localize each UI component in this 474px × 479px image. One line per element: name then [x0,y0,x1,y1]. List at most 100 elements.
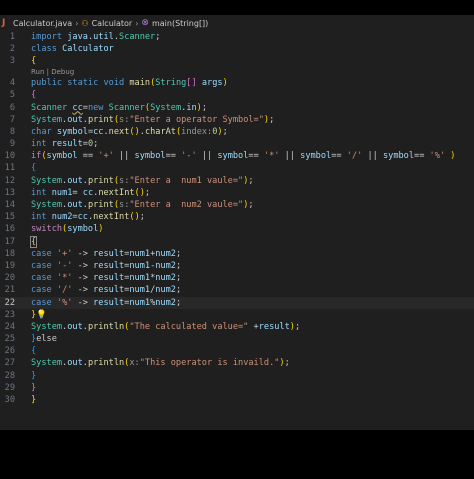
line-number: 7 [9,114,15,125]
line-number: 12 [4,175,15,186]
code-area[interactable]: 1 import java.util.Scanner; 2 class Calcula… [0,31,474,406]
line-number: 2 [9,44,15,55]
code-text[interactable]: { [31,345,36,357]
code-line[interactable]: 11 { [0,162,474,174]
line-number: 27 [4,358,15,369]
line-number: 19 [4,260,15,271]
line-number: 17 [4,236,15,247]
breadcrumb-file[interactable]: Calculator.java [13,19,72,28]
code-text[interactable]: System.out.print(s:"Enter a num1 vaule="… [31,175,254,187]
code-text[interactable]: char symbol=cc.next().charAt(index:0); [31,126,228,138]
code-line[interactable]: 13 int num1= cc.nextInt(); [0,187,474,199]
code-line[interactable]: 20 case '*' -> result=num1*num2; [0,272,474,284]
code-line[interactable]: 5{ [0,89,474,101]
breadcrumb-method[interactable]: main(String[]) [152,19,208,28]
code-line[interactable]: 24 System.out.println("The calculated val… [0,321,474,333]
line-number: 16 [4,224,15,235]
code-text[interactable]: { [31,162,36,174]
line-number: 22 [4,297,15,308]
code-text[interactable]: }💡 [31,309,47,321]
line-number: 21 [4,285,15,296]
code-line[interactable]: 29} [0,382,474,394]
code-line[interactable]: 18 case '+' -> result=num1+num2; [0,248,474,260]
code-text[interactable]: import java.util.Scanner; [31,31,160,43]
code-text[interactable]: } [31,370,36,382]
code-line[interactable]: 2 class Calculator [0,43,474,55]
code-text[interactable]: System.out.print(s:"Enter a num2 vaule="… [31,199,254,211]
line-number: 15 [4,212,15,223]
code-line[interactable]: 17 { [0,235,474,248]
code-text[interactable]: case '/' -> result=num1/num2; [31,284,181,296]
breadcrumb-class[interactable]: Calculator [92,19,133,28]
code-text[interactable]: int num2=cc.nextInt(); [31,211,145,223]
code-text[interactable]: case '-' -> result=num1-num2; [31,260,181,272]
line-number: 29 [4,382,15,393]
code-text[interactable]: { [29,235,38,248]
line-number: 11 [4,163,15,174]
code-text[interactable]: public static void main(String[] args) [31,77,228,89]
code-line[interactable]: 1 import java.util.Scanner; [0,31,474,43]
java-file-icon: J [2,18,6,28]
breadcrumb: J Calculator.java › ⚇ Calculator › ⊗ mai… [0,15,474,31]
code-line[interactable]: 21 case '/' -> result=num1/num2; [0,284,474,296]
code-text[interactable]: System.out.println("The calculated value… [31,321,300,333]
code-text[interactable]: { [31,55,36,67]
line-number: 1 [9,32,15,42]
code-text[interactable]: Scanner cc=new Scanner(System.in); [31,102,207,114]
code-text[interactable]: case '%' -> result=num1%num2; [31,297,181,309]
line-number: 5 [9,90,15,101]
code-text[interactable]: if(symbol == '+' || symbol== '-' || symb… [31,150,455,162]
line-number: 6 [9,102,15,113]
line-number: 20 [4,273,15,284]
method-icon: ⊗ [141,18,149,28]
line-number: 3 [9,56,15,67]
line-number: 8 [9,126,15,137]
code-text[interactable]: System.out.println(x:"This operator is i… [31,357,290,369]
code-line[interactable]: 3{ [0,55,474,67]
code-line[interactable]: 23 }💡 [0,309,474,321]
line-number: 4 [9,78,15,89]
code-line[interactable]: 19 case '-' -> result=num1-num2; [0,260,474,272]
line-number: 28 [4,370,15,381]
run-debug-codelens[interactable]: Run | Debug [0,68,474,78]
code-line[interactable]: 7 System.out.print(s:"Enter a operator Sy… [0,114,474,126]
line-number: 25 [4,334,15,345]
code-text[interactable]: }else [31,333,57,345]
code-text[interactable]: int result=0; [31,138,98,150]
code-line[interactable]: 9 int result=0; [0,138,474,150]
line-number: 18 [4,248,15,259]
code-line[interactable]: 10 if(symbol == '+' || symbol== '-' || sy… [0,150,474,162]
code-line[interactable]: 6 Scanner cc=new Scanner(System.in); [0,102,474,114]
line-number: 30 [4,395,15,406]
code-text[interactable]: case '+' -> result=num1+num2; [31,248,181,260]
code-line[interactable]: 14 System.out.print(s:"Enter a num2 vaule… [0,199,474,211]
code-editor[interactable]: J Calculator.java › ⚇ Calculator › ⊗ mai… [0,15,474,430]
line-number: 24 [4,321,15,332]
lightbulb-icon[interactable]: 💡 [36,310,47,320]
line-number: 13 [4,187,15,198]
code-line[interactable]: 16 switch(symbol) [0,223,474,235]
code-text[interactable]: int num1= cc.nextInt(); [31,187,150,199]
code-text[interactable]: case '*' -> result=num1*num2; [31,272,181,284]
code-text[interactable]: switch(symbol) [31,223,103,235]
code-text[interactable]: } [31,394,36,406]
code-text[interactable]: { [31,89,36,101]
code-line[interactable]: 26 { [0,345,474,357]
code-text[interactable]: System.out.print(s:"Enter a operator Sym… [31,114,274,126]
line-number: 14 [4,200,15,211]
code-line[interactable]: 27 System.out.println(x:"This operator is… [0,357,474,369]
code-text[interactable]: class Calculator [31,43,114,55]
code-line[interactable]: 28} [0,370,474,382]
code-line[interactable]: 15 int num2=cc.nextInt(); [0,211,474,223]
code-line[interactable]: 22 case '%' -> result=num1%num2; [0,296,474,309]
line-number: 9 [9,139,15,150]
code-line[interactable]: 25 }else [0,333,474,345]
code-line[interactable]: 4 public static void main(String[] args) [0,77,474,89]
line-number: 10 [4,151,15,162]
code-line[interactable]: 12 System.out.print(s:"Enter a num1 vaule… [0,175,474,187]
code-line[interactable]: 8 char symbol=cc.next().charAt(index:0); [0,126,474,138]
line-number: 23 [4,309,15,320]
code-text[interactable]: } [31,382,36,394]
line-number: 26 [4,346,15,357]
code-line[interactable]: 30} [0,394,474,406]
